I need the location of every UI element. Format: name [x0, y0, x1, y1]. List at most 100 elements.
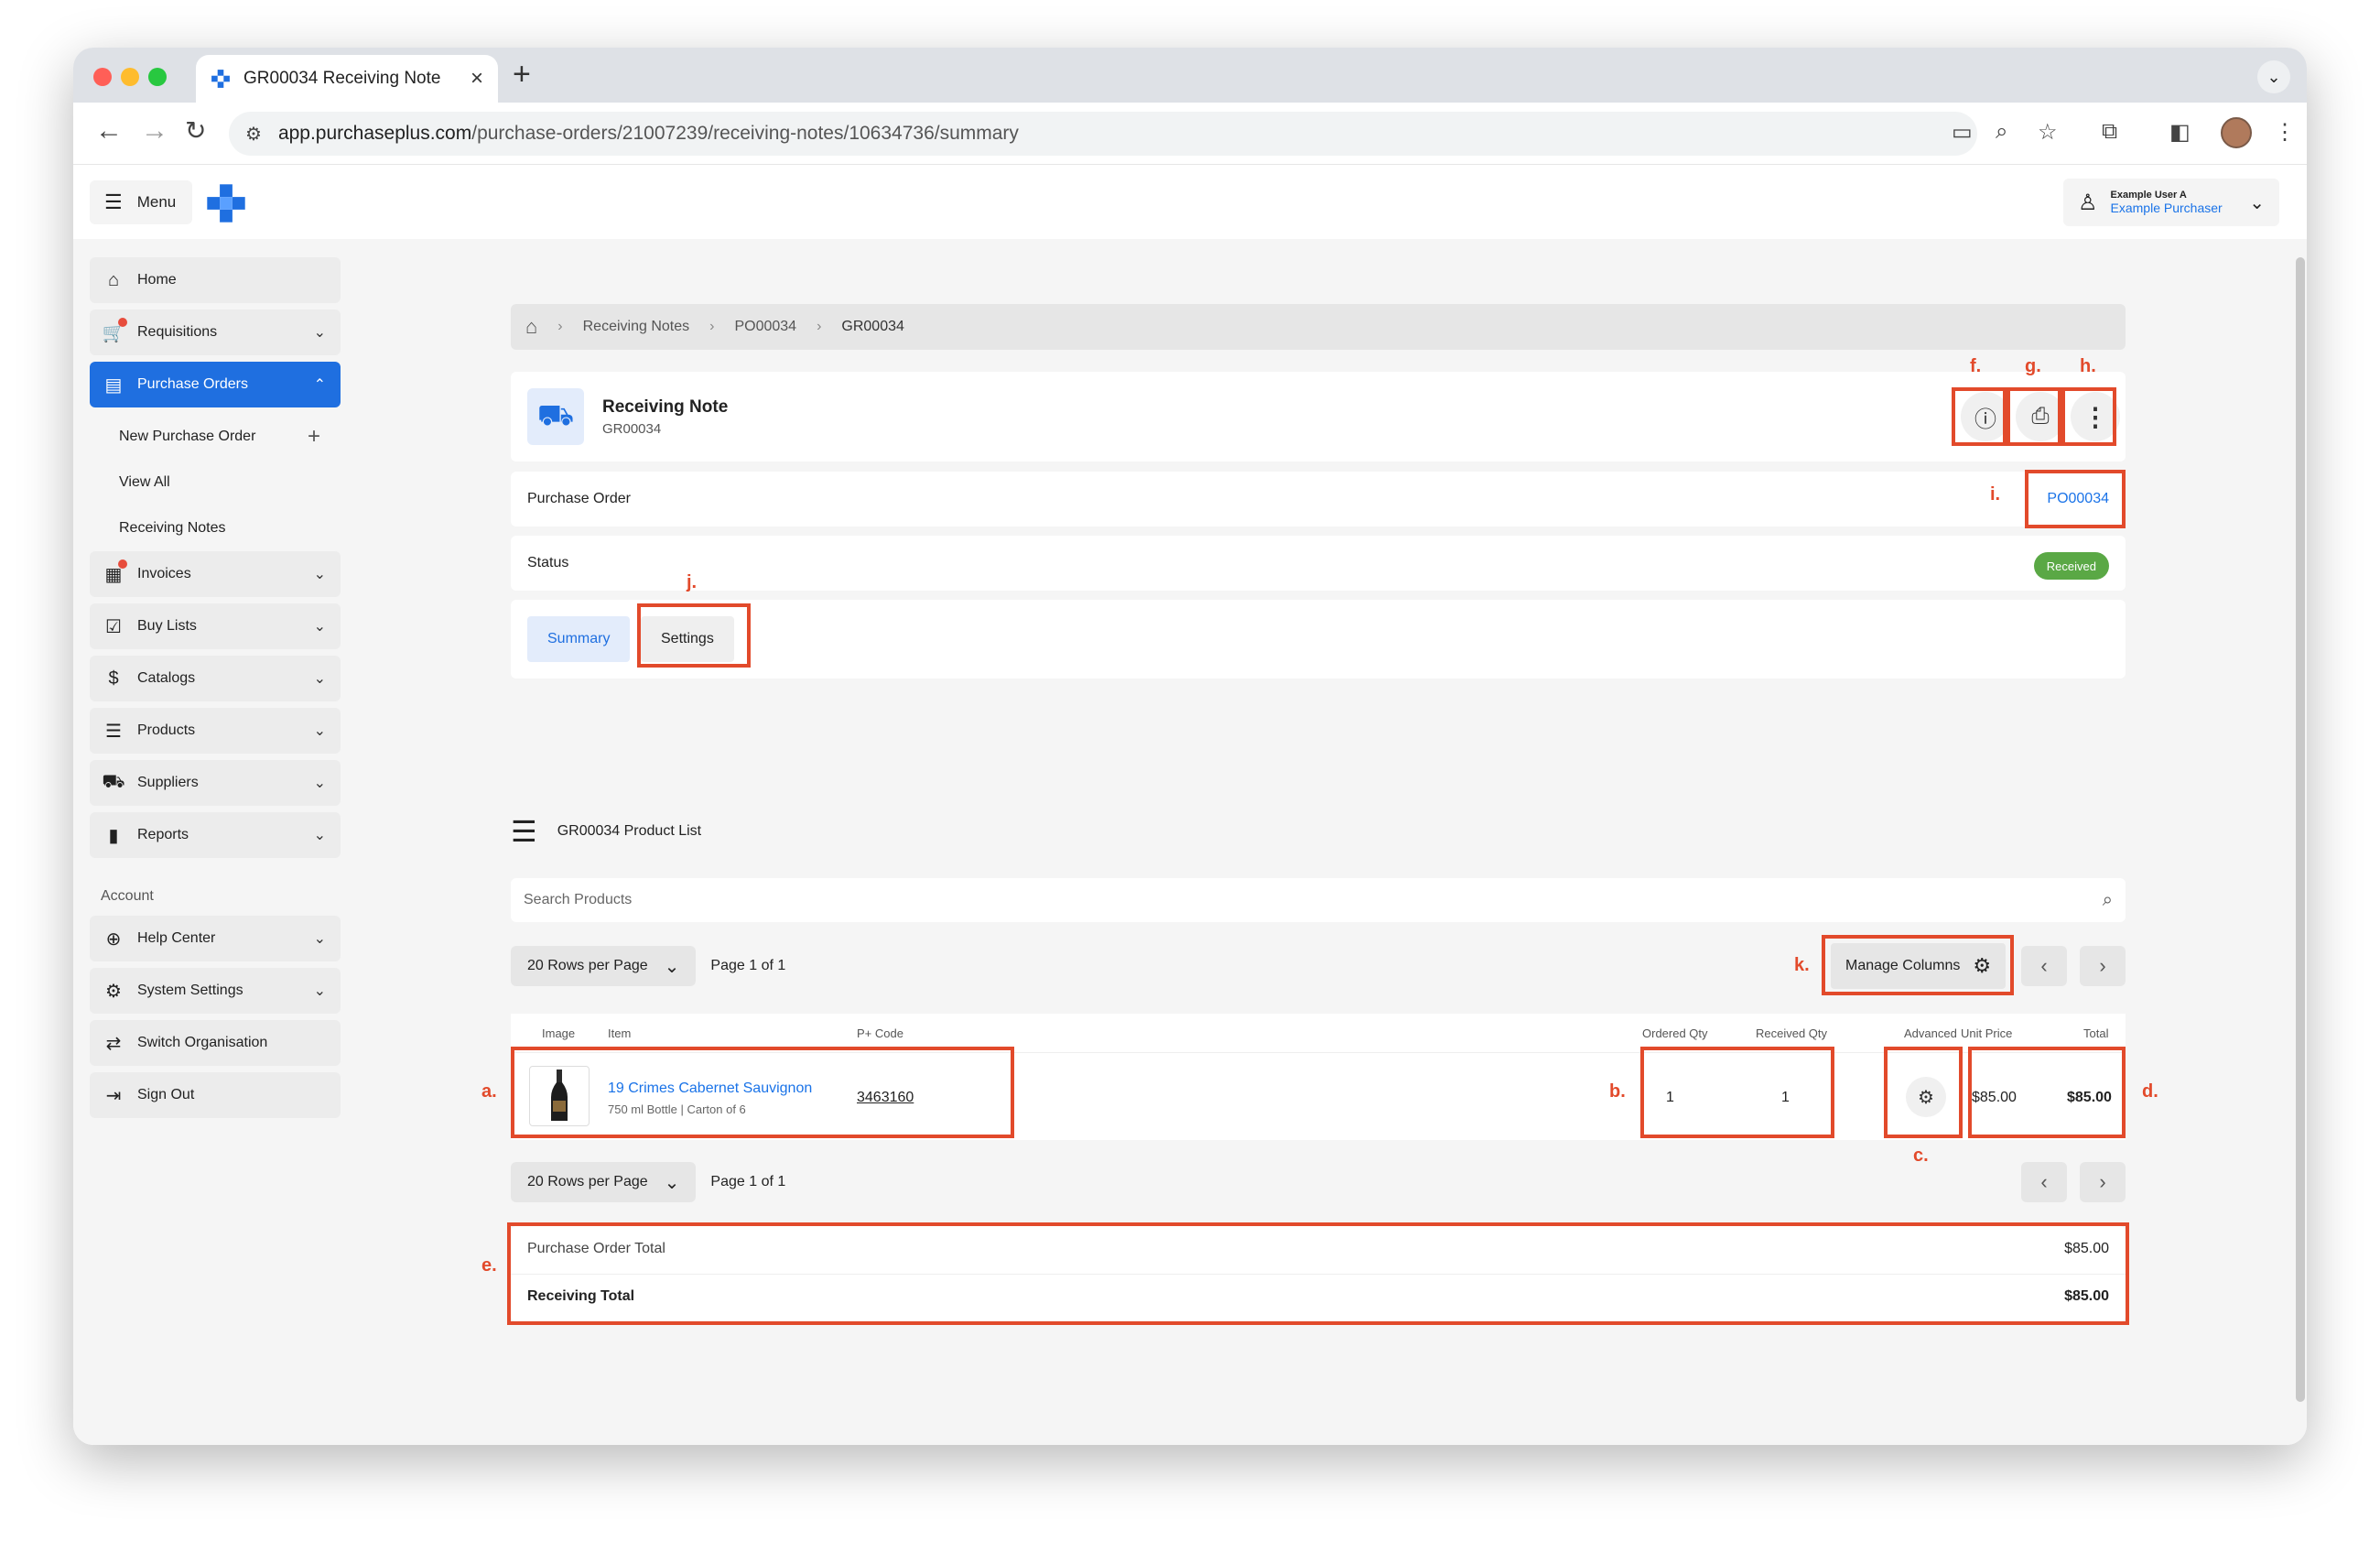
- menu-label: Menu: [136, 193, 177, 211]
- zoom-icon[interactable]: ⌕: [1996, 119, 2007, 145]
- next-page-button[interactable]: ›: [2080, 1162, 2126, 1202]
- address-bar[interactable]: ⚙ app.purchaseplus.com/purchase-orders/2…: [229, 112, 1977, 156]
- tabs-bar: Summary Settings: [511, 600, 2126, 679]
- tab-summary[interactable]: Summary: [527, 616, 631, 662]
- annotation-label-a: a.: [481, 1081, 497, 1102]
- sidebar-item-switch-organisation[interactable]: ⇄ Switch Organisation: [90, 1020, 341, 1066]
- chevron-down-icon: ⌄: [313, 828, 326, 843]
- profile-avatar[interactable]: [2221, 117, 2252, 148]
- sidebar-item-help-center[interactable]: ⊕ Help Center ⌄: [90, 916, 341, 961]
- side-panel-icon[interactable]: ◧: [2169, 119, 2191, 146]
- sidebar-item-label: Catalogs: [137, 670, 196, 686]
- sidebar-item-home[interactable]: ⌂ Home: [90, 257, 341, 303]
- column-header-ordered-qty: Ordered Qty: [1642, 1026, 1708, 1040]
- next-page-button[interactable]: ›: [2080, 946, 2126, 986]
- status-badge: Received: [2033, 552, 2109, 580]
- minimize-window-button[interactable]: [121, 68, 139, 86]
- annotation-label-j: j.: [687, 572, 698, 592]
- tab-search-icon[interactable]: ⌄: [2257, 60, 2290, 93]
- breadcrumb-item[interactable]: Receiving Notes: [583, 319, 690, 335]
- browser-tab[interactable]: GR00034 Receiving Note ×: [196, 55, 498, 103]
- bookmark-star-icon[interactable]: ☆: [2038, 119, 2058, 146]
- chevron-down-icon: ⌄: [313, 776, 326, 791]
- sidebar-subitem-label: View All: [119, 474, 170, 490]
- cart-icon: 🛒: [103, 318, 127, 343]
- user-menu[interactable]: ♙ Example User A Example Purchaser ⌄: [2063, 179, 2279, 226]
- column-header-advanced: Advanced: [1904, 1026, 1957, 1040]
- column-header-received-qty: Received Qty: [1756, 1026, 1828, 1040]
- zoom-window-button[interactable]: [148, 68, 167, 86]
- sidebar-item-buy-lists[interactable]: ☑ Buy Lists ⌄: [90, 603, 341, 649]
- new-tab-icon[interactable]: +: [513, 57, 531, 92]
- purchaseplus-logo[interactable]: [205, 182, 247, 224]
- site-settings-icon[interactable]: ⚙: [245, 123, 262, 146]
- annotation-label-d: d.: [2142, 1081, 2158, 1102]
- sidebar-item-purchase-orders[interactable]: ▤ Purchase Orders ⌃: [90, 362, 341, 407]
- home-icon: ⌂: [107, 269, 120, 290]
- checklist-icon: ☑: [105, 616, 122, 637]
- sidebar-item-sign-out[interactable]: ⇥ Sign Out: [90, 1072, 341, 1118]
- sidebar-item-label: Sign Out: [137, 1087, 195, 1102]
- menu-button[interactable]: ☰ Menu: [90, 180, 192, 224]
- sidebar-item-requisitions[interactable]: 🛒 Requisitions ⌄: [90, 309, 341, 355]
- forward-icon[interactable]: →: [141, 115, 168, 147]
- browser-toolbar: ← → ↻ ⚙ app.purchaseplus.com/purchase-or…: [73, 103, 2307, 165]
- product-list-heading: ☰ GR00034 Product List: [511, 814, 701, 849]
- sidebar-item-label: Reports: [137, 827, 189, 842]
- extensions-icon[interactable]: ⧉: [2102, 119, 2117, 145]
- home-icon[interactable]: ⌂: [525, 315, 537, 339]
- close-tab-icon[interactable]: ×: [471, 66, 483, 92]
- column-header-total: Total: [2083, 1026, 2109, 1040]
- rows-per-page-select[interactable]: 20 Rows per Page ⌄: [511, 1162, 697, 1202]
- chevron-down-icon: ⌄: [313, 567, 326, 582]
- sidebar-item-label: Purchase Orders: [137, 376, 248, 392]
- annotation-box-b: [1640, 1047, 1834, 1138]
- prev-page-button[interactable]: ‹: [2021, 946, 2067, 986]
- sidebar-subitem-label: New Purchase Order: [119, 429, 256, 444]
- breadcrumb-item: GR00034: [841, 319, 904, 334]
- chevron-down-icon: ⌄: [313, 723, 326, 739]
- sidebar-item-reports[interactable]: ▮ Reports ⌄: [90, 812, 341, 858]
- rows-per-page-label: 20 Rows per Page: [527, 958, 648, 973]
- sidebar-item-catalogs[interactable]: $ Catalogs ⌄: [90, 656, 341, 701]
- plus-icon[interactable]: +: [308, 424, 320, 450]
- truck-icon: ⛟: [527, 388, 584, 445]
- back-icon[interactable]: ←: [95, 115, 123, 147]
- bar-chart-icon: ▮: [108, 825, 119, 846]
- install-app-icon[interactable]: ▭: [1952, 119, 1973, 146]
- chevron-right-icon: ›: [2099, 1170, 2106, 1193]
- annotation-box-f: [1952, 387, 2007, 446]
- sidebar-item-suppliers[interactable]: ⛟ Suppliers ⌄: [90, 760, 341, 806]
- sign-out-icon: ⇥: [105, 1085, 122, 1106]
- prev-page-button[interactable]: ‹: [2021, 1162, 2067, 1202]
- purchase-order-row: Purchase Order PO00034: [511, 472, 2126, 527]
- sidebar-subitem-view-all[interactable]: View All: [90, 460, 341, 505]
- annotation-label-f: f.: [1970, 356, 1982, 376]
- chevron-up-icon: ⌃: [313, 377, 326, 393]
- rows-per-page-select[interactable]: 20 Rows per Page ⌄: [511, 946, 697, 986]
- chevron-right-icon: ›: [557, 319, 563, 334]
- sidebar-item-products[interactable]: ☰ Products ⌄: [90, 708, 341, 754]
- search-placeholder: Search Products: [524, 892, 633, 907]
- sidebar-item-invoices[interactable]: ▦ Invoices ⌄: [90, 551, 341, 597]
- page-scrollbar[interactable]: [2296, 257, 2305, 1402]
- chevron-down-icon: ⌄: [313, 325, 326, 341]
- close-window-button[interactable]: [93, 68, 112, 86]
- browser-menu-icon[interactable]: ⋮: [2274, 119, 2296, 146]
- reload-icon[interactable]: ↻: [185, 115, 206, 146]
- sidebar-subitem-receiving-notes[interactable]: Receiving Notes: [90, 505, 341, 551]
- sidebar-subitem-label: Receiving Notes: [119, 520, 226, 536]
- sidebar-subitem-new-purchase-order[interactable]: New Purchase Order +: [90, 414, 341, 460]
- column-header-image: Image: [542, 1026, 576, 1040]
- annotation-label-c: c.: [1913, 1146, 1929, 1166]
- search-icon[interactable]: ⌕: [2103, 890, 2113, 911]
- sidebar-item-label: Invoices: [137, 566, 191, 581]
- sidebar-item-label: System Settings: [137, 983, 243, 998]
- annotation-box-g: [2007, 387, 2061, 446]
- breadcrumb-item[interactable]: PO00034: [734, 319, 796, 335]
- sidebar-item-system-settings[interactable]: ⚙ System Settings ⌄: [90, 968, 341, 1014]
- pagination-top: 20 Rows per Page ⌄ Page 1 of 1: [511, 946, 785, 986]
- breadcrumb: ⌂ › Receiving Notes › PO00034 › GR00034: [511, 304, 2126, 350]
- search-products-input[interactable]: Search Products ⌕: [511, 878, 2126, 922]
- chevron-down-icon: ⌄: [313, 983, 326, 999]
